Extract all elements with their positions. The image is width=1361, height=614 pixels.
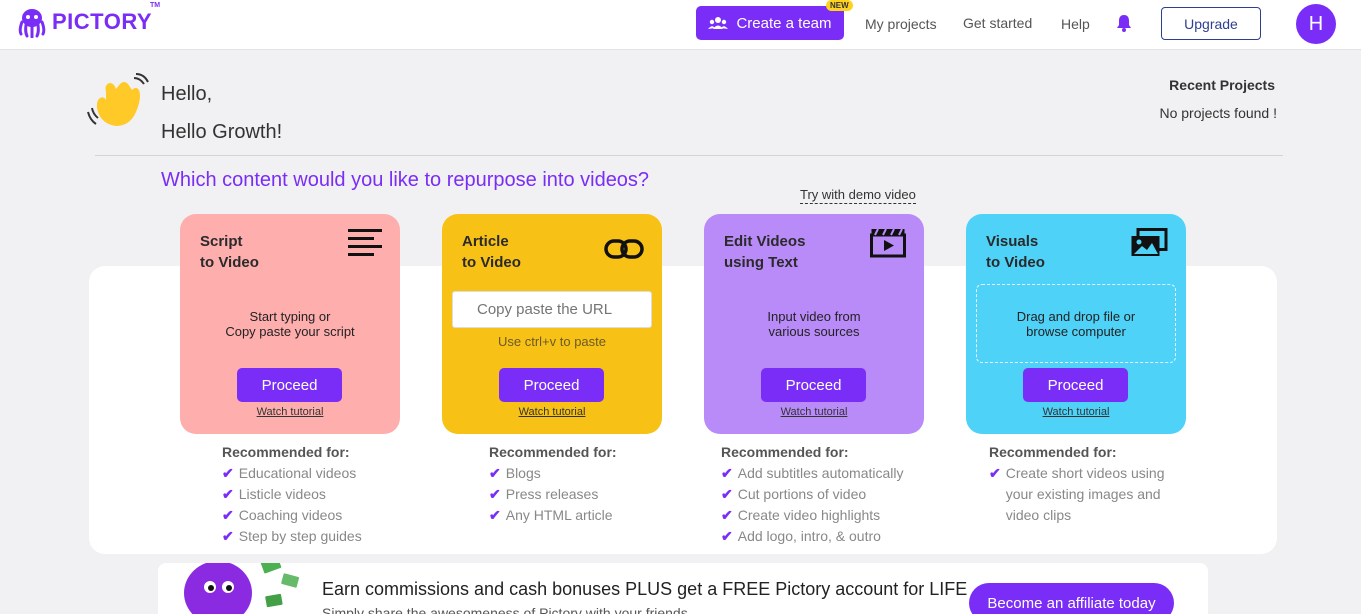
new-badge: NEW xyxy=(826,0,853,11)
nav-my-projects[interactable]: My projects xyxy=(865,16,937,32)
proceed-button[interactable]: Proceed xyxy=(499,368,604,402)
pictory-logo[interactable]: PICTORY xyxy=(16,6,152,38)
video-clapper-icon xyxy=(870,228,906,263)
check-icon: ✔ xyxy=(721,486,733,502)
check-icon: ✔ xyxy=(989,465,1001,481)
check-icon: ✔ xyxy=(222,486,234,502)
list-item: ✔ Listicle videos xyxy=(222,484,362,505)
list-item: ✔ Create short videos using your existing… xyxy=(989,463,1179,526)
check-icon: ✔ xyxy=(721,465,733,481)
watch-tutorial-link[interactable]: Watch tutorial xyxy=(966,406,1186,418)
card-article-to-video[interactable]: Article to Video Use ctrl+v to paste Pro… xyxy=(442,214,662,434)
proceed-button[interactable]: Proceed xyxy=(237,368,342,402)
greeting-line-1: Hello, xyxy=(161,83,213,105)
list-item: ✔ Educational videos xyxy=(222,463,362,484)
nav-get-started[interactable]: Get started xyxy=(963,15,1032,31)
team-icon xyxy=(708,17,729,29)
images-icon xyxy=(1130,228,1168,263)
check-icon: ✔ xyxy=(222,528,234,544)
nav-help[interactable]: Help xyxy=(1061,16,1090,32)
try-demo-video-link[interactable]: Try with demo video xyxy=(800,187,916,204)
card-visuals-to-video[interactable]: Visuals to Video Drag and drop file or b… xyxy=(966,214,1186,434)
watch-tutorial-link[interactable]: Watch tutorial xyxy=(704,406,924,418)
card-title: Visuals to Video xyxy=(986,233,1045,271)
list-item: ✔ Add subtitles automatically xyxy=(721,463,904,484)
recommended-title: Recommended for: xyxy=(222,444,350,460)
list-item: ✔ Cut portions of video xyxy=(721,484,904,505)
upgrade-button[interactable]: Upgrade xyxy=(1161,7,1261,40)
logo-text: PICTORY xyxy=(52,9,153,34)
waving-hand-icon xyxy=(86,72,150,132)
affiliate-subtext: Simply share the awesomeness of Pictory … xyxy=(322,605,688,614)
card-title: Script to Video xyxy=(200,233,259,271)
check-icon: ✔ xyxy=(721,528,733,544)
list-item: ✔ Coaching videos xyxy=(222,505,362,526)
card-description: Start typing or Copy paste your script xyxy=(225,309,355,339)
recommended-title: Recommended for: xyxy=(989,444,1117,460)
check-icon: ✔ xyxy=(489,465,501,481)
list-item: ✔ Press releases xyxy=(489,484,617,505)
card-title: Article to Video xyxy=(462,233,521,271)
list-item: ✔ Step by step guides xyxy=(222,526,362,547)
mascot-icon xyxy=(170,563,310,614)
check-icon: ✔ xyxy=(721,507,733,523)
octopus-logo-icon xyxy=(18,9,46,38)
recent-projects-title: Recent Projects xyxy=(1169,77,1275,93)
paste-hint: Use ctrl+v to paste xyxy=(497,334,607,349)
list-item: ✔ Add logo, intro, & outro xyxy=(721,526,904,547)
user-avatar[interactable]: H xyxy=(1296,4,1336,44)
card-description: Drag and drop file or browse computer xyxy=(1016,309,1136,339)
proceed-button[interactable]: Proceed xyxy=(1023,368,1128,402)
check-icon: ✔ xyxy=(222,507,234,523)
check-icon: ✔ xyxy=(222,465,234,481)
link-icon xyxy=(604,238,644,265)
card-edit-videos-using-text[interactable]: Edit Videos using Text Input video from … xyxy=(704,214,924,434)
watch-tutorial-link[interactable]: Watch tutorial xyxy=(442,406,662,418)
top-navbar: PICTORY TM Create a team NEW My projects… xyxy=(0,0,1361,50)
create-team-label: Create a team xyxy=(736,14,832,32)
greeting-line-2: Hello Growth! xyxy=(161,121,283,143)
trademark-label: TM xyxy=(150,2,161,9)
recommended-list-visuals: Recommended for: ✔ Create short videos us… xyxy=(989,444,1179,526)
article-url-input[interactable] xyxy=(452,291,652,328)
list-item: ✔ Create video highlights xyxy=(721,505,904,526)
text-lines-icon xyxy=(348,228,382,263)
list-item: ✔ Blogs xyxy=(489,463,617,484)
watch-tutorial-link[interactable]: Watch tutorial xyxy=(180,406,400,418)
repurpose-question: Which content would you like to repurpos… xyxy=(161,169,650,191)
card-script-to-video[interactable]: Script to Video Start typing or Copy pas… xyxy=(180,214,400,434)
affiliate-banner: Earn commissions and cash bonuses PLUS g… xyxy=(158,563,1208,614)
become-affiliate-button[interactable]: Become an affiliate today xyxy=(969,583,1174,614)
recommended-title: Recommended for: xyxy=(721,444,849,460)
create-team-button[interactable]: Create a team xyxy=(696,6,844,40)
divider xyxy=(95,155,1283,156)
card-title: Edit Videos using Text xyxy=(724,233,806,271)
proceed-button[interactable]: Proceed xyxy=(761,368,866,402)
card-description: Input video from various sources xyxy=(767,309,861,339)
check-icon: ✔ xyxy=(489,486,501,502)
list-item: ✔ Any HTML article xyxy=(489,505,617,526)
recommended-title: Recommended for: xyxy=(489,444,617,460)
recommended-list-article: Recommended for: ✔ Blogs ✔ Press releases … xyxy=(489,444,617,526)
notifications-bell-icon[interactable] xyxy=(1116,14,1132,37)
recommended-list-script: Recommended for: ✔ Educational videos ✔ Li… xyxy=(222,444,362,547)
affiliate-headline: Earn commissions and cash bonuses PLUS g… xyxy=(322,579,968,599)
check-icon: ✔ xyxy=(489,507,501,523)
recommended-list-edit-videos: Recommended for: ✔ Add subtitles automati… xyxy=(721,444,904,547)
recent-projects-empty: No projects found ! xyxy=(1159,105,1277,121)
